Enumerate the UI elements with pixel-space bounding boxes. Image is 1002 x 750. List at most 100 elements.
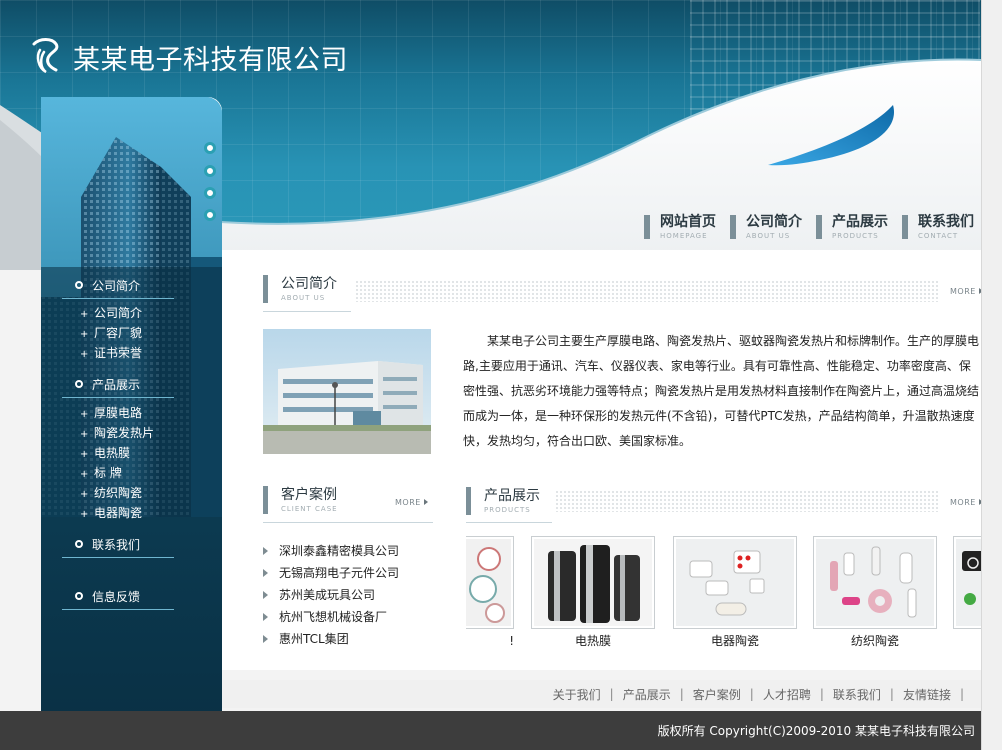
sidebar-item-certificates[interactable]: 证书荣誉 bbox=[62, 343, 174, 363]
sidebar-group-contact[interactable]: 联系我们 bbox=[62, 531, 174, 558]
product-card[interactable] bbox=[953, 536, 981, 649]
product-frame bbox=[673, 536, 797, 629]
footer-link-products[interactable]: 产品展示 bbox=[623, 686, 671, 703]
film-rolls-icon bbox=[534, 539, 652, 626]
client-item[interactable]: 深圳泰鑫精密模具公司 bbox=[261, 540, 431, 562]
section-underline bbox=[263, 522, 433, 523]
ceramic-blocks-icon bbox=[676, 539, 794, 626]
page: 某某电子科技有限公司 网站首页 HOMEPAGE 公司简介 ABOUT US 产… bbox=[0, 0, 981, 750]
vertical-scrollbar[interactable] bbox=[981, 0, 1002, 750]
nav-divider bbox=[644, 215, 650, 239]
client-item[interactable]: 杭州飞想机械设备厂 bbox=[261, 606, 431, 628]
product-card[interactable]: 电器陶瓷 bbox=[673, 536, 797, 649]
footer-separator: | bbox=[819, 687, 824, 701]
footer-link-contact[interactable]: 联系我们 bbox=[833, 686, 881, 703]
about-more-link[interactable]: MORE bbox=[950, 287, 981, 296]
nav-sublabel: CONTACT bbox=[918, 232, 959, 240]
section-underline bbox=[466, 522, 552, 523]
sidebar-item-ceramic-heater[interactable]: 陶瓷发热片 bbox=[62, 423, 174, 443]
footer-link-about[interactable]: 关于我们 bbox=[553, 686, 601, 703]
client-item[interactable]: 苏州美成玩具公司 bbox=[261, 584, 431, 606]
ring-bullet-icon bbox=[75, 281, 83, 289]
sidebar-sublist: 厚膜电路 陶瓷发热片 电热膜 标 牌 纺织陶瓷 电器陶瓷 bbox=[62, 398, 174, 529]
sidebar-group-about[interactable]: 公司简介 bbox=[62, 272, 174, 299]
title-bar bbox=[466, 487, 471, 515]
title-bar bbox=[263, 486, 268, 514]
decorative-dot bbox=[204, 142, 216, 154]
ceramic-dials-icon bbox=[466, 539, 511, 626]
more-label: MORE bbox=[950, 287, 976, 296]
company-logo-icon[interactable] bbox=[30, 38, 62, 76]
product-card[interactable]: 纺织陶瓷 bbox=[813, 536, 937, 649]
footer-link-cases[interactable]: 客户案例 bbox=[693, 686, 741, 703]
nav-label: 产品展示 bbox=[832, 214, 888, 230]
sidebar-item-factory[interactable]: 厂容厂貌 bbox=[62, 323, 174, 343]
client-item[interactable]: 惠州TCL集团 bbox=[261, 628, 431, 650]
product-label bbox=[953, 633, 981, 649]
footer-links: 关于我们 | 产品展示 | 客户案例 | 人才招聘 | 联系我们 | 友情链接 | bbox=[222, 680, 981, 708]
arrow-right-icon bbox=[423, 499, 428, 505]
nav-sublabel: PRODUCTS bbox=[832, 232, 879, 240]
nav-label: 公司简介 bbox=[746, 214, 802, 230]
section-title: 公司简介 bbox=[281, 276, 337, 292]
sidebar-group-products[interactable]: 产品展示 bbox=[62, 371, 174, 398]
product-frame bbox=[813, 536, 937, 629]
product-label: ! bbox=[509, 634, 514, 648]
decorative-dot bbox=[204, 187, 216, 199]
sidebar-group-title: 信息反馈 bbox=[92, 589, 141, 604]
footer-separator: | bbox=[889, 687, 894, 701]
sidebar-group-title: 公司简介 bbox=[92, 278, 141, 293]
nav-label: 网站首页 bbox=[660, 214, 716, 230]
section-underline bbox=[263, 311, 351, 312]
section-subtitle: ABOUT US bbox=[281, 294, 326, 302]
nav-item-about[interactable]: 公司简介 ABOUT US bbox=[730, 213, 802, 245]
nameplate-icon bbox=[956, 539, 981, 626]
sidebar-item-electrical-ceramic[interactable]: 电器陶瓷 bbox=[62, 503, 174, 523]
footer-separator: | bbox=[609, 687, 614, 701]
clients-list: 深圳泰鑫精密模具公司 无锡高翔电子元件公司 苏州美成玩具公司 杭州飞想机械设备厂… bbox=[261, 540, 431, 650]
footer-bar: 版权所有 Copyright(C)2009-2010 某某电子科技有限公司 bbox=[0, 711, 981, 750]
sidebar-sublist: 公司简介 厂容厂貌 证书荣誉 bbox=[62, 299, 174, 369]
nav-divider bbox=[816, 215, 822, 239]
title-bar bbox=[263, 275, 268, 303]
product-card[interactable]: 电热膜 bbox=[531, 536, 655, 649]
clients-section-title: 客户案例 CLIENT CASE bbox=[263, 486, 338, 522]
nav-sublabel: ABOUT US bbox=[746, 232, 791, 240]
dotted-rule bbox=[555, 490, 940, 512]
footer-link-friends[interactable]: 友情链接 bbox=[903, 686, 951, 703]
decorative-dot bbox=[204, 165, 216, 177]
dotted-rule bbox=[355, 280, 940, 302]
copyright-text: 版权所有 Copyright(C)2009-2010 某某电子科技有限公司 bbox=[657, 724, 975, 738]
footer-separator: | bbox=[959, 687, 964, 701]
ceramic-guides-icon bbox=[816, 539, 934, 626]
footer-separator: | bbox=[749, 687, 754, 701]
product-card[interactable]: ! bbox=[466, 536, 514, 649]
section-subtitle: CLIENT CASE bbox=[281, 505, 338, 513]
nav-item-products[interactable]: 产品展示 PRODUCTS bbox=[816, 213, 888, 245]
product-label: 电热膜 bbox=[574, 634, 611, 648]
sidebar-group-title: 产品展示 bbox=[92, 377, 141, 392]
decorative-dot bbox=[204, 209, 216, 221]
section-subtitle: PRODUCTS bbox=[484, 506, 531, 514]
sidebar-item-company-intro[interactable]: 公司简介 bbox=[62, 303, 174, 323]
products-carousel: ! 电热膜 电器陶瓷 纺织陶瓷 bbox=[466, 536, 981, 656]
about-section-title: 公司简介 ABOUT US bbox=[263, 275, 337, 311]
product-label: 电器陶瓷 bbox=[710, 634, 759, 648]
sidebar-item-heating-film[interactable]: 电热膜 bbox=[62, 443, 174, 463]
sidebar-item-textile-ceramic[interactable]: 纺织陶瓷 bbox=[62, 483, 174, 503]
products-more-link[interactable]: MORE bbox=[950, 498, 981, 507]
section-title: 客户案例 bbox=[281, 487, 337, 503]
sidebar-item-nameplate[interactable]: 标 牌 bbox=[62, 463, 174, 483]
sidebar-group-feedback[interactable]: 信息反馈 bbox=[62, 583, 174, 610]
footer-link-jobs[interactable]: 人才招聘 bbox=[763, 686, 811, 703]
main-nav: 网站首页 HOMEPAGE 公司简介 ABOUT US 产品展示 PRODUCT… bbox=[644, 213, 974, 245]
nav-item-home[interactable]: 网站首页 HOMEPAGE bbox=[644, 213, 716, 245]
nav-item-contact[interactable]: 联系我们 CONTACT bbox=[902, 213, 974, 245]
sidebar-menu: 公司简介 公司简介 厂容厂貌 证书荣誉 产品展示 厚膜电路 陶瓷发热片 电热膜 … bbox=[62, 272, 174, 610]
client-item[interactable]: 无锡高翔电子元件公司 bbox=[261, 562, 431, 584]
more-label: MORE bbox=[950, 498, 976, 507]
company-title: 某某电子科技有限公司 bbox=[73, 45, 348, 76]
sidebar-item-thick-film[interactable]: 厚膜电路 bbox=[62, 403, 174, 423]
sidebar-group-title: 联系我们 bbox=[92, 537, 141, 552]
clients-more-link[interactable]: MORE bbox=[395, 498, 428, 507]
